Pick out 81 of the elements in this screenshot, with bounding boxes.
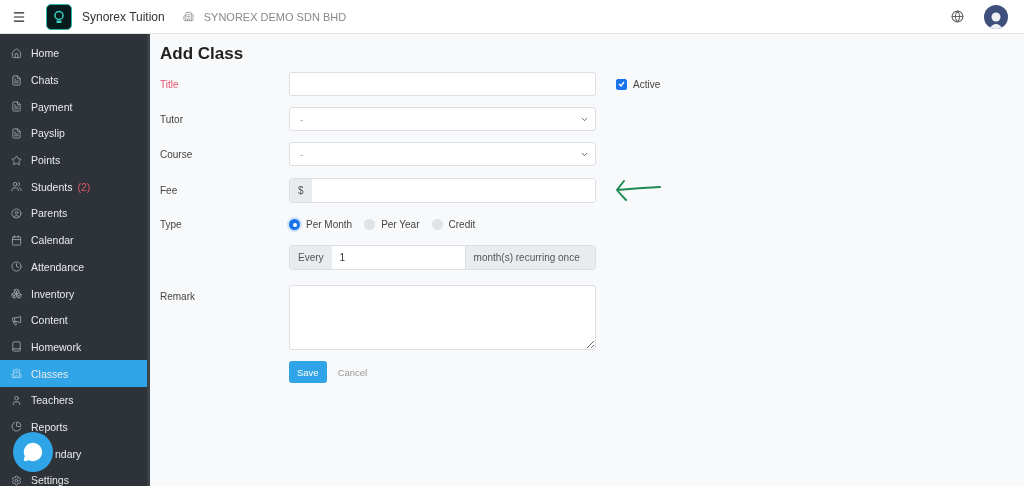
active-checkbox[interactable] [616, 78, 627, 90]
title-field[interactable] [289, 72, 596, 96]
recurrence-field[interactable]: Every 1 month(s) recurring once [289, 245, 596, 270]
radio-button[interactable] [431, 219, 443, 230]
star-icon [11, 154, 22, 166]
user-circle-icon [11, 207, 22, 219]
school-icon [11, 368, 22, 380]
building-icon [182, 11, 194, 22]
book-icon [11, 341, 22, 353]
field-label: Title [160, 78, 180, 90]
sidebar-label: ndary [55, 447, 82, 460]
settings-icon [11, 474, 22, 486]
sidebar-item[interactable]: Reports [0, 413, 147, 441]
sidebar-item[interactable]: Teachers [0, 386, 147, 414]
clock-icon [11, 261, 22, 273]
sidebar-label: Calendar [31, 234, 74, 247]
sidebar-label: Inventory [31, 287, 75, 300]
avatar[interactable] [984, 4, 1008, 29]
sidebar-label: Teachers [31, 394, 74, 407]
page-title: Add Class [160, 44, 245, 64]
document-icon [11, 101, 22, 113]
arrow-annotation [614, 177, 662, 203]
megaphone-icon [11, 314, 22, 326]
users-icon [11, 181, 22, 193]
radio-label: Credit [448, 219, 476, 230]
home-icon [11, 47, 22, 59]
company-name: SYNOREX DEMO SDN BHD [203, 10, 347, 23]
field-label: Type [160, 219, 183, 230]
sidebar-label: Payslip [31, 127, 65, 140]
chat-icon [23, 442, 43, 462]
globe-icon[interactable] [951, 10, 964, 23]
sidebar-label: Parents [31, 207, 68, 220]
sidebar-item[interactable]: Homework [0, 333, 147, 361]
recurrence-label: month(s) recurring once [465, 246, 595, 269]
sidebar-label: Classes [31, 367, 69, 380]
menu-icon[interactable] [12, 9, 26, 24]
sidebar-item[interactable]: Attendance [0, 253, 147, 281]
sidebar-label: Points [31, 154, 61, 167]
fee-field[interactable]: $ [289, 177, 596, 203]
sidebar-item[interactable]: Chats [0, 66, 147, 94]
sidebar-item[interactable]: Inventory [0, 280, 147, 307]
radio-label: Per Month [306, 219, 353, 230]
user-icon [11, 394, 22, 406]
sidebar-label: Attendance [31, 260, 85, 273]
sidebar-item[interactable]: ndary [0, 440, 147, 467]
remark-field[interactable] [289, 285, 596, 350]
count-label: (2) [77, 180, 91, 193]
sidebar-item[interactable]: Content [0, 306, 147, 334]
logo-icon [46, 3, 72, 30]
sidebar-item[interactable]: Payslip [0, 120, 147, 147]
sidebar-label: Payment [31, 100, 73, 113]
currency-label: $ [290, 178, 312, 202]
radio-button[interactable] [289, 219, 300, 230]
radio-button[interactable] [364, 219, 376, 230]
boxes-icon [11, 288, 22, 300]
calendar-icon [11, 234, 22, 246]
sidebar-item[interactable]: Students (2) [0, 173, 147, 201]
sidebar-label: Reports [31, 420, 68, 433]
sidebar-label: Settings [31, 474, 69, 486]
field-label: Remark [160, 291, 196, 302]
sidebar-item[interactable]: Payment [0, 93, 147, 121]
checkbox-label: Active [633, 78, 661, 90]
field-label: Tutor [160, 113, 184, 125]
sidebar-item[interactable]: Parents [0, 200, 147, 227]
sidebar-label: Students [31, 180, 73, 193]
pie-chart-icon [11, 421, 22, 433]
sidebar-label: Home [31, 47, 59, 60]
app-name: Synorex Tuition [82, 9, 165, 24]
sidebar-item[interactable]: Settings [0, 467, 147, 486]
sidebar-item[interactable]: Calendar [0, 226, 147, 254]
document-icon [11, 74, 22, 86]
sidebar-item[interactable]: Points [0, 146, 147, 174]
every-label: Every [290, 246, 332, 269]
sidebar-item[interactable]: Home [0, 40, 147, 67]
radio-label: Per Year [381, 219, 420, 230]
field-label: Course [160, 148, 194, 160]
sidebar-label: Content [31, 314, 68, 327]
field-label: Fee [160, 184, 179, 196]
sidebar-label: Homework [31, 340, 82, 353]
document-icon [11, 127, 22, 139]
sidebar-label: Chats [31, 74, 59, 87]
